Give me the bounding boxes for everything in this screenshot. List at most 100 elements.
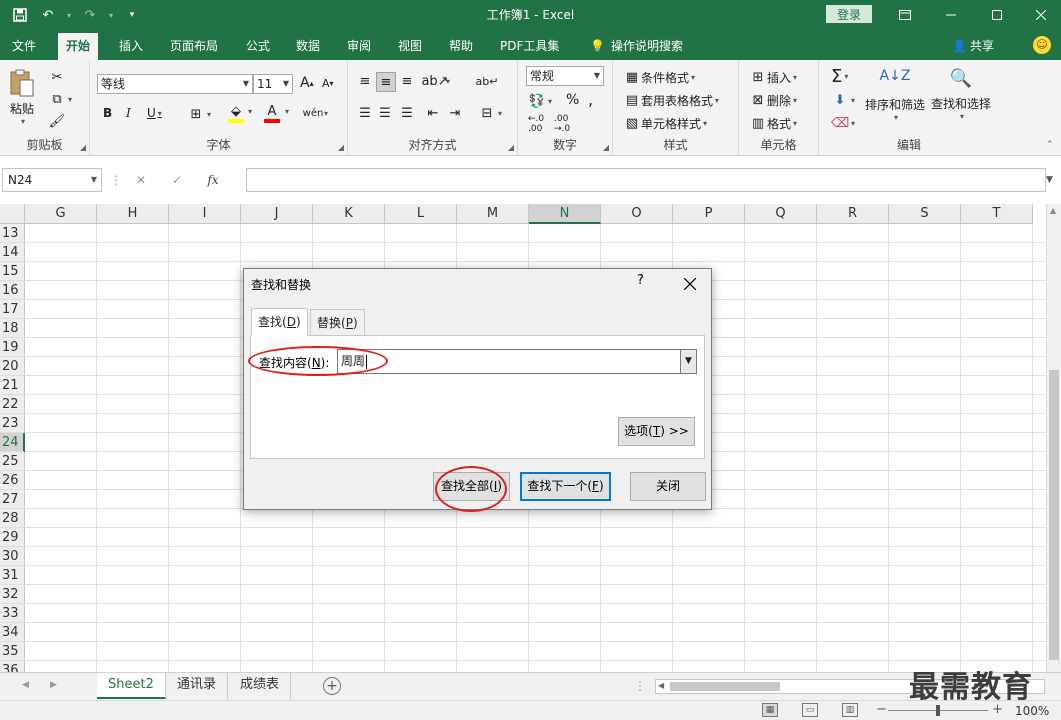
wrap-text-icon[interactable]: ab↵ — [476, 72, 499, 90]
undo-icon[interactable]: ↶ — [36, 4, 60, 26]
row-header-22[interactable]: 22 — [0, 395, 25, 414]
tab-home[interactable]: 开始 — [58, 33, 99, 60]
close-window-icon[interactable] — [1018, 0, 1061, 30]
increase-indent-icon[interactable]: ⇥ — [446, 104, 464, 122]
font-size-combo[interactable]: 11 ▼ — [253, 74, 293, 94]
tab-help[interactable]: 帮助 — [441, 33, 481, 60]
column-header-T[interactable]: T — [961, 204, 1033, 224]
tab-formulas[interactable]: 公式 — [238, 33, 278, 60]
row-header-34[interactable]: 34 — [0, 623, 25, 642]
clear-icon[interactable]: ⌫ ▾ — [831, 114, 855, 132]
row-header-25[interactable]: 25 — [0, 452, 25, 471]
row-header-26[interactable]: 26 — [0, 471, 25, 490]
row-header-30[interactable]: 30 — [0, 547, 25, 566]
tab-data[interactable]: 数据 — [288, 33, 328, 60]
scroll-left-icon[interactable]: ◀ — [658, 681, 664, 690]
column-header-L[interactable]: L — [385, 204, 457, 224]
alignment-launcher-icon[interactable]: ◢ — [508, 143, 514, 152]
tab-find[interactable]: 查找(D) — [251, 308, 308, 336]
orientation-icon[interactable]: ab↗ ▾ — [421, 72, 450, 90]
delete-cells-button[interactable]: ⊠ 删除 ▾ — [749, 91, 797, 109]
row-header-16[interactable]: 16 — [0, 281, 25, 300]
column-header-K[interactable]: K — [313, 204, 385, 224]
sheet-tab-contacts[interactable]: 通讯录 — [166, 673, 229, 699]
row-header-27[interactable]: 27 — [0, 490, 25, 509]
expand-formula-bar-icon[interactable]: ▼ — [1046, 168, 1061, 192]
autosum-icon[interactable]: Σ ▾ — [831, 66, 848, 87]
row-header-33[interactable]: 33 — [0, 604, 25, 623]
find-select-button[interactable]: 🔍 查找和选择 ▾ — [931, 68, 991, 121]
row-header-15[interactable]: 15 — [0, 262, 25, 281]
underline-button[interactable]: U ▾ — [147, 106, 162, 120]
comma-style-button[interactable]: , — [588, 90, 593, 109]
row-header-13[interactable]: 13 — [0, 224, 25, 243]
column-header-I[interactable]: I — [169, 204, 241, 224]
row-header-14[interactable]: 14 — [0, 243, 25, 262]
font-launcher-icon[interactable]: ◢ — [338, 143, 344, 152]
column-header-J[interactable]: J — [241, 204, 313, 224]
share-button[interactable]: 👤 共享 — [952, 37, 994, 54]
font-color-dropdown[interactable]: ▾ — [283, 107, 289, 116]
fill-color-button[interactable]: ⬙ — [228, 104, 244, 123]
conditional-formatting-button[interactable]: ▦ 条件格式 ▾ — [623, 68, 695, 86]
insert-function-icon[interactable]: fx — [198, 173, 228, 187]
tab-review[interactable]: 审阅 — [339, 33, 379, 60]
dialog-close-button[interactable]: 关闭 — [630, 472, 706, 501]
row-header-32[interactable]: 32 — [0, 585, 25, 604]
collapse-ribbon-icon[interactable]: ⌃ — [1046, 140, 1054, 150]
zoom-out-icon[interactable]: − — [876, 702, 887, 717]
insert-cells-button[interactable]: ⊞ 插入 ▾ — [749, 68, 797, 86]
prev-sheet-icon[interactable]: ◀ — [22, 680, 29, 690]
format-cells-button[interactable]: ▥ 格式 ▾ — [749, 114, 797, 132]
tab-view[interactable]: 视图 — [390, 33, 430, 60]
column-header-G[interactable]: G — [25, 204, 97, 224]
tab-replace[interactable]: 替换(P) — [310, 309, 365, 335]
cut-icon[interactable]: ✂ — [48, 68, 66, 86]
column-header-O[interactable]: O — [601, 204, 673, 224]
column-header-S[interactable]: S — [889, 204, 961, 224]
undo-dropdown-icon[interactable]: ▾ — [64, 4, 74, 26]
vertical-scroll-thumb[interactable] — [1049, 370, 1059, 660]
scroll-up-icon[interactable]: ▲ — [1050, 206, 1056, 215]
next-sheet-icon[interactable]: ▶ — [50, 680, 57, 690]
tab-pdf-tools[interactable]: PDF工具集 — [492, 33, 567, 60]
zoom-slider-thumb[interactable] — [936, 705, 940, 716]
page-layout-view-icon[interactable]: ▭ — [802, 703, 818, 717]
sheet-tab-sheet2[interactable]: Sheet2 — [97, 673, 166, 699]
help-icon[interactable]: ? — [637, 273, 644, 288]
row-header-23[interactable]: 23 — [0, 414, 25, 433]
name-box[interactable]: N24 ▼ — [2, 168, 102, 192]
row-header-20[interactable]: 20 — [0, 357, 25, 376]
tab-insert[interactable]: 插入 — [111, 33, 151, 60]
align-top-icon[interactable]: ≡ — [356, 72, 374, 90]
align-right-icon[interactable]: ☰ — [398, 104, 416, 122]
zoom-level[interactable]: 100% — [1015, 704, 1049, 718]
column-header-M[interactable]: M — [457, 204, 529, 224]
grow-font-button[interactable]: A ▴ — [300, 75, 314, 91]
find-next-button[interactable]: 查找下一个(F) — [520, 472, 611, 501]
row-header-29[interactable]: 29 — [0, 528, 25, 547]
format-painter-icon[interactable]: 🖌 — [48, 112, 66, 130]
cell-styles-button[interactable]: ▧ 单元格样式 ▾ — [623, 114, 707, 132]
paste-button[interactable]: 粘贴 ▾ — [8, 68, 36, 126]
sheet-tab-grades[interactable]: 成绩表 — [229, 673, 292, 699]
merge-center-icon[interactable]: ⊟ ▾ — [478, 104, 502, 122]
column-header-Q[interactable]: Q — [745, 204, 817, 224]
align-middle-icon[interactable]: ≡ — [376, 72, 396, 92]
options-button[interactable]: 选项(T) >> — [618, 417, 695, 446]
cancel-icon[interactable]: ✕ — [126, 173, 156, 187]
fill-icon[interactable]: ⬇ ▾ — [831, 91, 855, 109]
font-name-combo[interactable]: 等线 ▼ — [97, 74, 253, 94]
increase-decimal-icon[interactable]: ←.0.00 — [528, 114, 544, 134]
row-header-35[interactable]: 35 — [0, 642, 25, 661]
font-color-button[interactable]: A — [264, 104, 280, 123]
enter-icon[interactable]: ✓ — [162, 173, 192, 187]
shrink-font-button[interactable]: A ▾ — [322, 77, 334, 90]
borders-button[interactable]: ⊞ ▾ — [187, 105, 211, 123]
tab-page-layout[interactable]: 页面布局 — [162, 33, 226, 60]
add-sheet-icon[interactable]: + — [323, 677, 341, 695]
page-break-view-icon[interactable]: ▥ — [842, 703, 858, 717]
row-header-18[interactable]: 18 — [0, 319, 25, 338]
number-format-combo[interactable]: 常规 ▼ — [526, 66, 604, 86]
percent-style-button[interactable]: % — [566, 92, 579, 108]
